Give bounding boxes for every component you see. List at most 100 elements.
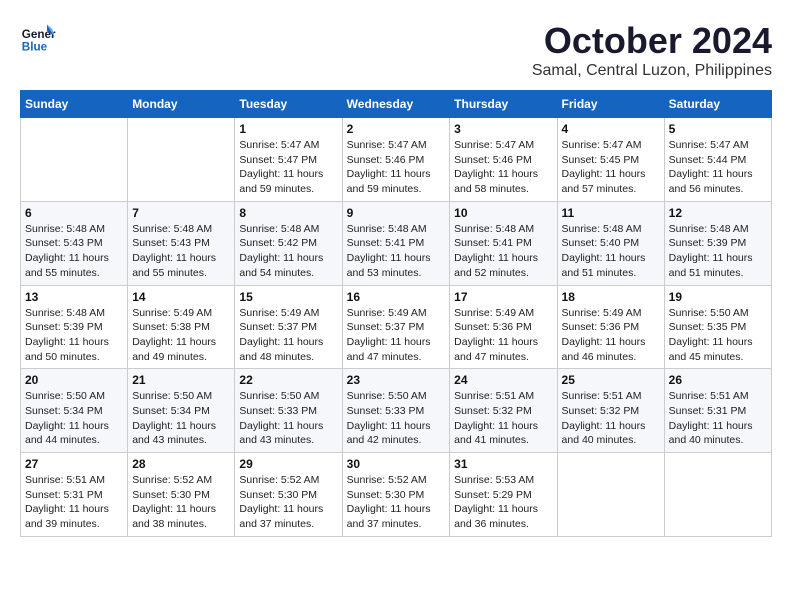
day-info: Sunrise: 5:51 AM Sunset: 5:32 PM Dayligh… (562, 389, 660, 448)
calendar-cell: 25 Sunrise: 5:51 AM Sunset: 5:32 PM Dayli… (557, 369, 664, 453)
calendar-cell: 20Sunrise: 5:50 AM Sunset: 5:34 PM Dayli… (21, 369, 128, 453)
day-number: 3 (454, 122, 552, 136)
day-number: 2 (347, 122, 446, 136)
day-info: Sunrise: 5:51 AM Sunset: 5:31 PM Dayligh… (25, 473, 123, 532)
calendar-cell: 24 Sunrise: 5:51 AM Sunset: 5:32 PM Dayli… (450, 369, 557, 453)
day-info: Sunrise: 5:48 AM Sunset: 5:39 PM Dayligh… (25, 306, 123, 365)
day-number: 24 (454, 373, 552, 387)
page-header: General Blue October 2024 Samal, Central… (20, 20, 772, 80)
day-number: 1 (239, 122, 337, 136)
calendar-cell: 21Sunrise: 5:50 AM Sunset: 5:34 PM Dayli… (128, 369, 235, 453)
day-info: Sunrise: 5:47 AM Sunset: 5:44 PM Dayligh… (669, 138, 767, 197)
calendar-cell: 5 Sunrise: 5:47 AM Sunset: 5:44 PM Daylig… (664, 118, 771, 202)
calendar-cell: 19 Sunrise: 5:50 AM Sunset: 5:35 PM Dayli… (664, 285, 771, 369)
day-number: 26 (669, 373, 767, 387)
calendar-cell: 3 Sunrise: 5:47 AM Sunset: 5:46 PM Daylig… (450, 118, 557, 202)
calendar-cell: 22Sunrise: 5:50 AM Sunset: 5:33 PM Dayli… (235, 369, 342, 453)
day-number: 30 (347, 457, 446, 471)
calendar-cell: 23 Sunrise: 5:50 AM Sunset: 5:33 PM Dayli… (342, 369, 450, 453)
calendar-cell: 2 Sunrise: 5:47 AM Sunset: 5:46 PM Daylig… (342, 118, 450, 202)
day-number: 17 (454, 290, 552, 304)
day-number: 23 (347, 373, 446, 387)
calendar-week-4: 20 Sunrise: 5:50 AM Sunset: 5:34 PM Dayli… (21, 369, 772, 453)
day-info: Sunrise: 5:48 AM Sunset: 5:40 PM Dayligh… (562, 222, 660, 281)
day-number: 5 (669, 122, 767, 136)
day-info: Sunrise: 5:51 AM Sunset: 5:32 PM Dayligh… (454, 389, 552, 448)
day-info: Sunrise: 5:50 AM Sunset: 5:35 PM Dayligh… (669, 306, 767, 365)
weekday-header-monday: Monday (128, 91, 235, 118)
calendar-cell: 14 Sunrise: 5:49 AM Sunset: 5:38 PM Dayli… (128, 285, 235, 369)
calendar-cell: 16Sunrise: 5:49 AM Sunset: 5:37 PM Dayli… (342, 285, 450, 369)
calendar-cell: 10 Sunrise: 5:48 AM Sunset: 5:41 PM Dayli… (450, 201, 557, 285)
day-number: 13 (25, 290, 123, 304)
day-number: 15 (239, 290, 337, 304)
weekday-header-friday: Friday (557, 91, 664, 118)
day-info: Sunrise: 5:47 AM Sunset: 5:47 PM Dayligh… (239, 138, 337, 197)
day-info: Sunrise: 5:48 AM Sunset: 5:41 PM Dayligh… (347, 222, 446, 281)
logo: General Blue (20, 20, 56, 56)
calendar-table: SundayMondayTuesdayWednesdayThursdayFrid… (20, 90, 772, 537)
day-number: 31 (454, 457, 552, 471)
day-info: Sunrise: 5:48 AM Sunset: 5:41 PM Dayligh… (454, 222, 552, 281)
calendar-week-2: 6 Sunrise: 5:48 AM Sunset: 5:43 PM Daylig… (21, 201, 772, 285)
day-info: Sunrise: 5:48 AM Sunset: 5:43 PM Dayligh… (25, 222, 123, 281)
calendar-week-5: 27 Sunrise: 5:51 AM Sunset: 5:31 PM Dayli… (21, 453, 772, 537)
day-number: 27 (25, 457, 123, 471)
weekday-header-wednesday: Wednesday (342, 91, 450, 118)
day-info: Sunrise: 5:49 AM Sunset: 5:38 PM Dayligh… (132, 306, 230, 365)
day-number: 7 (132, 206, 230, 220)
logo-icon: General Blue (20, 20, 56, 56)
day-number: 14 (132, 290, 230, 304)
day-info: Sunrise: 5:47 AM Sunset: 5:45 PM Dayligh… (562, 138, 660, 197)
day-number: 28 (132, 457, 230, 471)
day-info: Sunrise: 5:49 AM Sunset: 5:37 PM Dayligh… (239, 306, 337, 365)
calendar-cell (128, 118, 235, 202)
calendar-week-1: 1 Sunrise: 5:47 AM Sunset: 5:47 PM Daylig… (21, 118, 772, 202)
weekday-header-row: SundayMondayTuesdayWednesdayThursdayFrid… (21, 91, 772, 118)
calendar-week-3: 13 Sunrise: 5:48 AM Sunset: 5:39 PM Dayli… (21, 285, 772, 369)
location-title: Samal, Central Luzon, Philippines (532, 62, 772, 80)
weekday-header-tuesday: Tuesday (235, 91, 342, 118)
calendar-cell: 8 Sunrise: 5:48 AM Sunset: 5:42 PM Daylig… (235, 201, 342, 285)
day-info: Sunrise: 5:48 AM Sunset: 5:39 PM Dayligh… (669, 222, 767, 281)
calendar-cell: 7 Sunrise: 5:48 AM Sunset: 5:43 PM Daylig… (128, 201, 235, 285)
calendar-cell (557, 453, 664, 537)
svg-text:Blue: Blue (22, 41, 48, 54)
day-info: Sunrise: 5:51 AM Sunset: 5:31 PM Dayligh… (669, 389, 767, 448)
day-info: Sunrise: 5:53 AM Sunset: 5:29 PM Dayligh… (454, 473, 552, 532)
day-number: 16 (347, 290, 446, 304)
day-info: Sunrise: 5:47 AM Sunset: 5:46 PM Dayligh… (454, 138, 552, 197)
day-number: 6 (25, 206, 123, 220)
day-info: Sunrise: 5:48 AM Sunset: 5:42 PM Dayligh… (239, 222, 337, 281)
day-number: 19 (669, 290, 767, 304)
day-number: 12 (669, 206, 767, 220)
day-info: Sunrise: 5:49 AM Sunset: 5:36 PM Dayligh… (454, 306, 552, 365)
day-number: 20 (25, 373, 123, 387)
day-info: Sunrise: 5:52 AM Sunset: 5:30 PM Dayligh… (347, 473, 446, 532)
day-number: 4 (562, 122, 660, 136)
title-block: October 2024 Samal, Central Luzon, Phili… (532, 20, 772, 80)
weekday-header-thursday: Thursday (450, 91, 557, 118)
calendar-cell: 17 Sunrise: 5:49 AM Sunset: 5:36 PM Dayli… (450, 285, 557, 369)
day-number: 10 (454, 206, 552, 220)
calendar-cell: 9 Sunrise: 5:48 AM Sunset: 5:41 PM Daylig… (342, 201, 450, 285)
day-info: Sunrise: 5:50 AM Sunset: 5:33 PM Dayligh… (347, 389, 446, 448)
day-info: Sunrise: 5:52 AM Sunset: 5:30 PM Dayligh… (239, 473, 337, 532)
calendar-cell: 1 Sunrise: 5:47 AM Sunset: 5:47 PM Daylig… (235, 118, 342, 202)
calendar-cell: 13 Sunrise: 5:48 AM Sunset: 5:39 PM Dayli… (21, 285, 128, 369)
weekday-header-sunday: Sunday (21, 91, 128, 118)
calendar-cell: 27 Sunrise: 5:51 AM Sunset: 5:31 PM Dayli… (21, 453, 128, 537)
month-title: October 2024 (532, 20, 772, 62)
day-number: 18 (562, 290, 660, 304)
day-number: 9 (347, 206, 446, 220)
calendar-cell: 30 Sunrise: 5:52 AM Sunset: 5:30 PM Dayli… (342, 453, 450, 537)
day-number: 25 (562, 373, 660, 387)
day-number: 11 (562, 206, 660, 220)
calendar-cell (664, 453, 771, 537)
day-info: Sunrise: 5:47 AM Sunset: 5:46 PM Dayligh… (347, 138, 446, 197)
day-info: Sunrise: 5:50 AM Sunset: 5:34 PM Dayligh… (132, 389, 230, 448)
day-info: Sunrise: 5:48 AM Sunset: 5:43 PM Dayligh… (132, 222, 230, 281)
calendar-cell: 12 Sunrise: 5:48 AM Sunset: 5:39 PM Dayli… (664, 201, 771, 285)
day-number: 8 (239, 206, 337, 220)
day-number: 29 (239, 457, 337, 471)
